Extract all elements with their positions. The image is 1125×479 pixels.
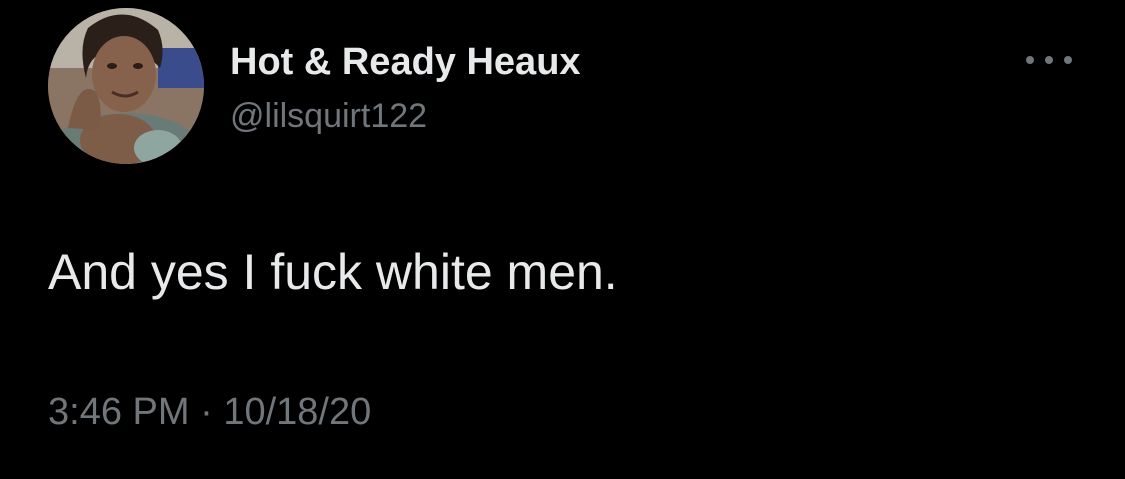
more-dot bbox=[1026, 56, 1034, 64]
avatar[interactable] bbox=[48, 8, 204, 164]
avatar-photo bbox=[48, 8, 204, 164]
tweet-date: 10/18/20 bbox=[223, 391, 372, 433]
more-horizontal-icon[interactable] bbox=[1026, 46, 1072, 74]
more-dot bbox=[1064, 56, 1072, 64]
timestamp-separator: · bbox=[200, 391, 213, 433]
tweet-card: Hot & Ready Heaux @lilsquirt122 And yes … bbox=[0, 0, 1125, 479]
more-dot bbox=[1045, 56, 1053, 64]
tweet-timestamp[interactable]: 3:46 PM · 10/18/20 bbox=[48, 388, 371, 436]
author-handle[interactable]: @lilsquirt122 bbox=[230, 95, 427, 137]
tweet-text: And yes I fuck white men. bbox=[48, 244, 618, 300]
author-display-name[interactable]: Hot & Ready Heaux bbox=[230, 38, 581, 86]
tweet-time: 3:46 PM bbox=[48, 391, 190, 433]
